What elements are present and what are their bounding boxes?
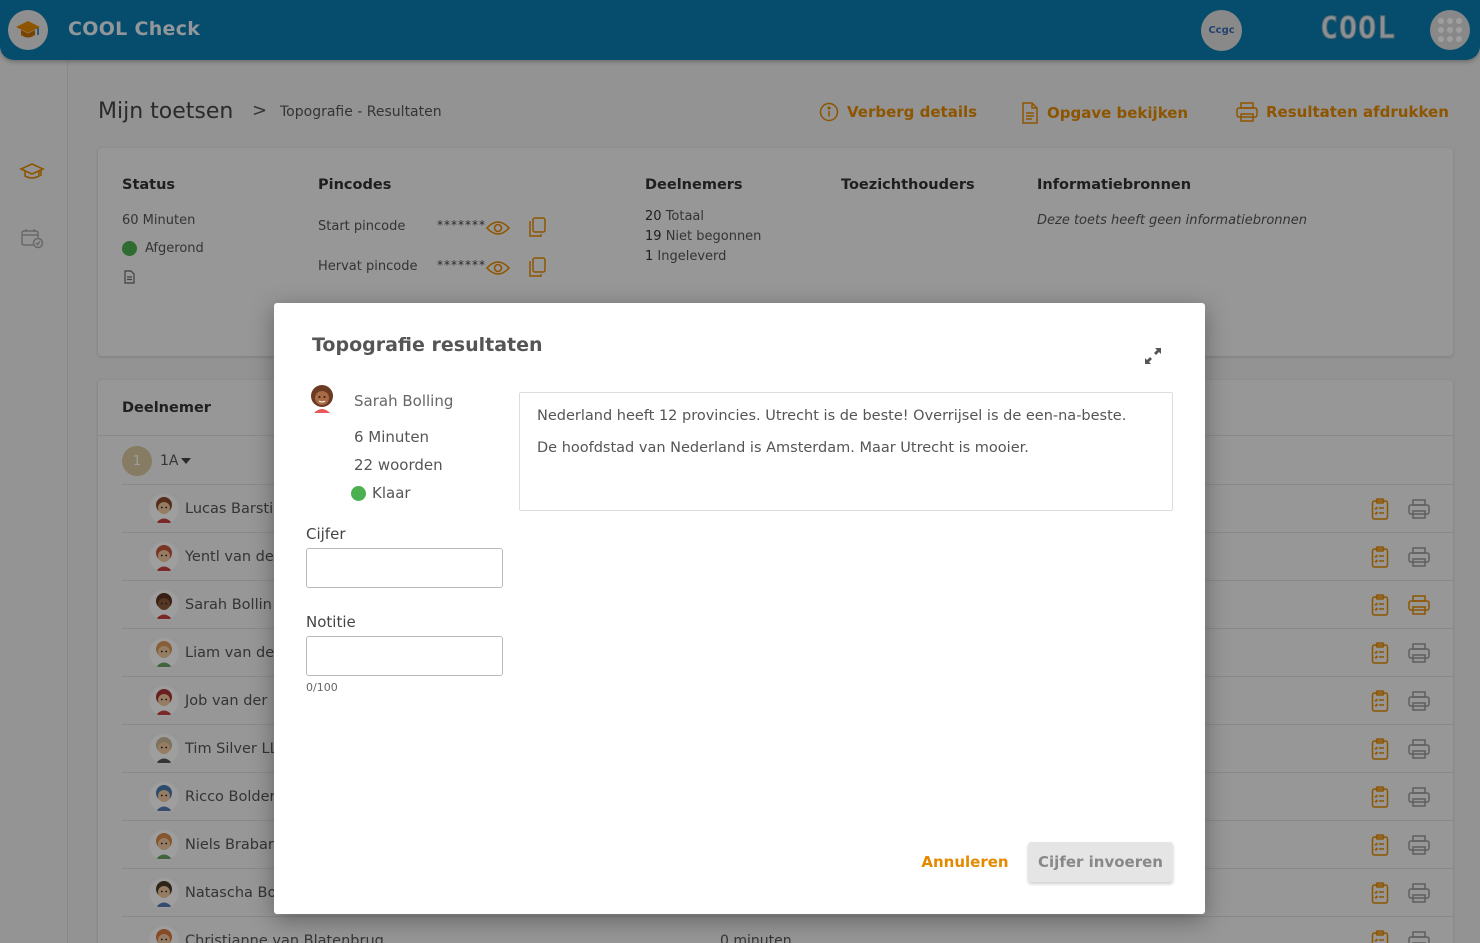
dialog-title: Topografie resultaten [312,334,543,356]
student-name: Sarah Bolling [354,392,454,410]
status-dot-icon [351,485,366,501]
grade-label: Cijfer [306,525,346,543]
answer-line: De hoofdstad van Nederland is Amsterdam.… [537,440,1029,456]
expand-icon [1145,348,1161,364]
note-label: Notitie [306,613,356,631]
expand-button[interactable] [1142,345,1164,367]
answer-box: Nederland heeft 12 provincies. Utrecht i… [519,392,1173,511]
note-counter: 0/100 [306,681,338,694]
student-words: 22 woorden [354,456,443,474]
answer-line: Nederland heeft 12 provincies. Utrecht i… [537,408,1127,424]
submit-grade-button[interactable]: Cijfer invoeren [1028,842,1173,882]
cancel-button[interactable]: Annuleren [920,842,1010,882]
student-avatar [306,383,338,415]
results-dialog: Topografie resultaten Sarah Bolling 6 Mi… [274,303,1205,914]
student-minutes: 6 Minuten [354,428,430,446]
student-status-label: Klaar [372,484,411,502]
note-input[interactable] [306,636,503,676]
grade-input[interactable] [306,548,503,588]
student-status: Klaar [351,484,411,502]
